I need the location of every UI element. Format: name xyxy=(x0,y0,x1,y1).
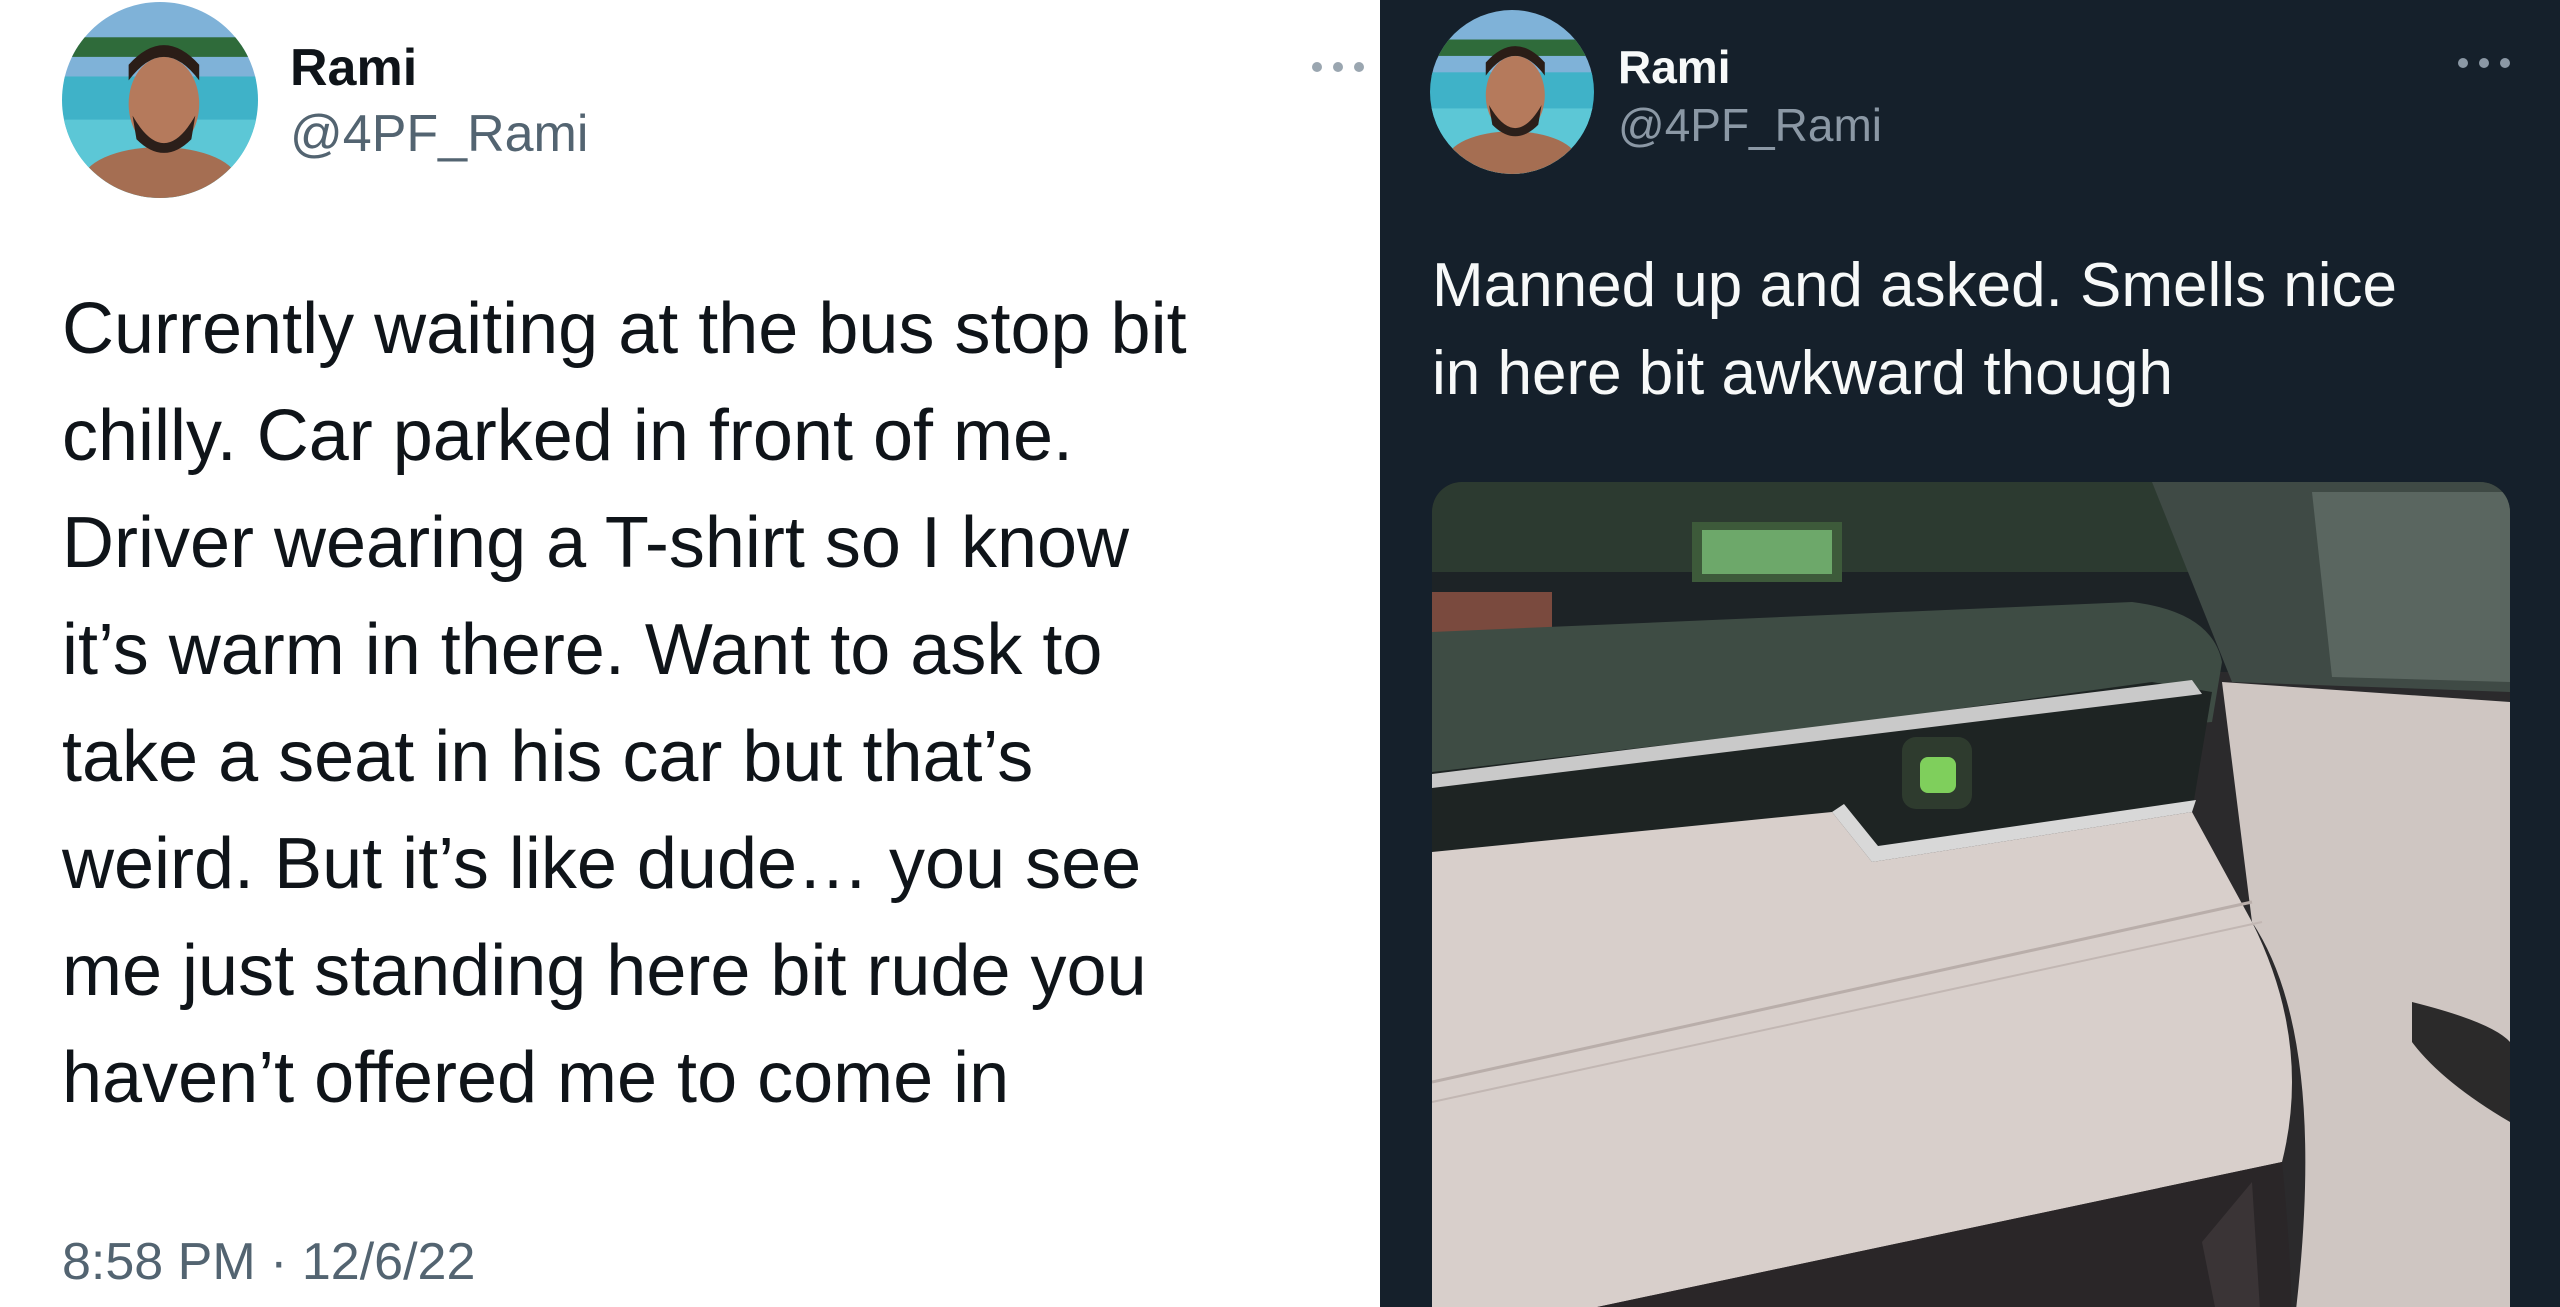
tweet-card-light: Rami @4PF_Rami Currently waiting at the … xyxy=(0,0,1380,1307)
tweet-text: Currently waiting at the bus stop bit ch… xyxy=(62,289,1187,1118)
dot xyxy=(1354,62,1364,72)
car-interior-photo-icon xyxy=(1432,482,2510,1307)
tweet-media-image[interactable] xyxy=(1432,482,2510,1307)
dot xyxy=(2479,58,2489,68)
tweet-card-dark: Rami @4PF_Rami Manned up and asked. Smel… xyxy=(1380,0,2560,1307)
avatar[interactable] xyxy=(62,2,258,198)
author-handle[interactable]: @4PF_Rami xyxy=(290,104,588,164)
author-handle[interactable]: @4PF_Rami xyxy=(1618,98,1882,152)
dot xyxy=(1333,62,1343,72)
dot xyxy=(2500,58,2510,68)
author-name[interactable]: Rami xyxy=(290,38,417,98)
more-options-icon[interactable] xyxy=(1312,60,1364,74)
avatar[interactable] xyxy=(1430,10,1594,174)
more-options-icon[interactable] xyxy=(2458,56,2510,70)
avatar-photo-icon xyxy=(1430,10,1594,174)
avatar-photo-icon xyxy=(62,2,258,198)
tweet-text: Manned up and asked. Smells nice in here… xyxy=(1432,251,2398,408)
dot xyxy=(2458,58,2468,68)
dot xyxy=(1312,62,1322,72)
author-name[interactable]: Rami xyxy=(1618,40,1730,94)
tweet-timestamp[interactable]: 8:58 PM · 12/6/22 xyxy=(62,1232,475,1292)
